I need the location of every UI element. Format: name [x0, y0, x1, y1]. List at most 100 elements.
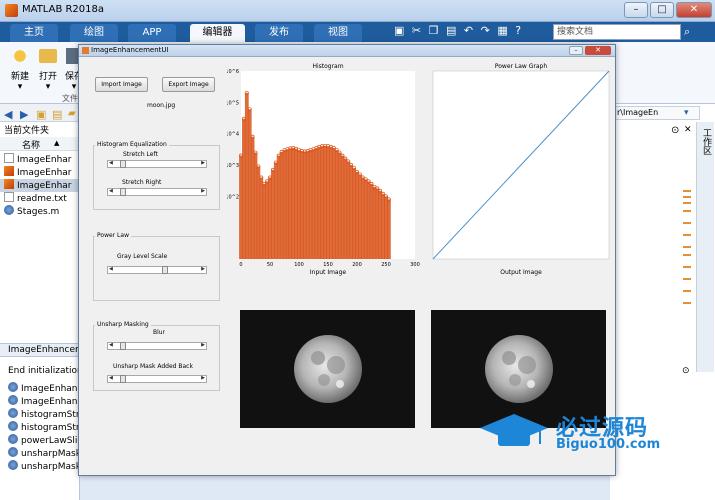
power-law-title: Power Law Graph	[495, 63, 547, 70]
function-icon	[8, 382, 18, 392]
dropdown-icon[interactable]: ▾	[684, 108, 689, 118]
function-icon	[8, 421, 18, 431]
import-image-button[interactable]: Import Image	[95, 77, 148, 92]
added-back-slider[interactable]: ◀ ▶	[107, 375, 207, 383]
moon-image	[294, 335, 362, 403]
save-icon[interactable]: ▣	[394, 24, 404, 37]
slider-thumb[interactable]	[119, 342, 126, 350]
function-icon	[8, 460, 18, 470]
x-tick-label: 150	[323, 262, 333, 268]
app-close-button[interactable]: ✕	[585, 46, 611, 55]
panel-title: Histogram Equalization	[95, 141, 169, 148]
histogram-title: Histogram	[312, 63, 343, 70]
matlab-logo-icon	[5, 4, 18, 17]
mlapp-file-icon	[4, 179, 14, 189]
tab-home[interactable]: 主页	[10, 24, 58, 42]
list-item[interactable]: unsharpMask	[8, 447, 81, 460]
watermark-logo-icon	[480, 414, 548, 446]
tab-editor[interactable]: 编辑器	[190, 24, 245, 42]
stretch-left-slider[interactable]: ◀ ▶	[107, 160, 207, 168]
redo-icon[interactable]: ↷	[481, 24, 490, 37]
paste-icon[interactable]: ▤	[446, 24, 456, 37]
workspace-side-tab[interactable]: 工作区	[696, 122, 714, 372]
up-folder-icon[interactable]: ▣	[36, 108, 46, 121]
slider-right-arrow-icon[interactable]: ▶	[201, 266, 205, 273]
slider-thumb[interactable]	[119, 375, 126, 383]
list-item[interactable]: ImageEnhanc	[8, 395, 82, 408]
function-icon	[8, 408, 18, 418]
help-icon[interactable]: ?	[515, 24, 521, 37]
file-item[interactable]: readme.txt	[4, 192, 67, 205]
undo-icon[interactable]: ↶	[464, 24, 473, 37]
slider-left-arrow-icon[interactable]: ◀	[109, 342, 113, 349]
new-button[interactable]: 新建 ▾	[6, 46, 34, 92]
file-item[interactable]: Stages.m	[4, 205, 59, 218]
window-title: MATLAB R2018a	[22, 4, 105, 15]
slider-right-arrow-icon[interactable]: ▶	[201, 342, 205, 349]
back-icon[interactable]: ◀	[4, 108, 12, 121]
folder-icon[interactable]: ▰	[68, 108, 76, 119]
slider-thumb[interactable]	[119, 188, 126, 196]
new-icon	[10, 46, 30, 66]
close-button[interactable]: ✕	[676, 2, 712, 18]
open-button[interactable]: 打开 ▾	[34, 46, 62, 92]
list-item[interactable]: histogramStre	[8, 408, 85, 421]
browse-icon[interactable]: ▤	[52, 108, 62, 121]
list-item[interactable]: histogramStre	[8, 421, 85, 434]
ribbon-section-label: 文件	[62, 94, 78, 103]
slider-thumb[interactable]	[161, 266, 168, 274]
file-item[interactable]: ImageEnhar	[4, 153, 72, 166]
forward-icon[interactable]: ▶	[20, 108, 28, 121]
panel-title: Unsharp Masking	[95, 321, 151, 328]
expand-icon[interactable]: ⊙	[682, 366, 690, 376]
command-window-tab[interactable]: ImageEnhanceme	[0, 343, 80, 357]
gray-level-slider[interactable]: ◀ ▶	[107, 266, 207, 274]
slider-left-arrow-icon[interactable]: ◀	[109, 375, 113, 382]
column-name: 名称	[22, 141, 41, 151]
slider-right-arrow-icon[interactable]: ▶	[201, 188, 205, 195]
histogram-bar	[387, 199, 391, 259]
tab-view[interactable]: 视图	[314, 24, 362, 42]
copy-icon[interactable]: ❐	[429, 24, 439, 37]
x-tick-label: 0	[239, 262, 242, 268]
fig-file-icon	[4, 153, 14, 163]
layout-icon[interactable]: ▦	[497, 24, 507, 37]
tab-plots[interactable]: 绘图	[70, 24, 118, 42]
app-minimize-button[interactable]: –	[569, 46, 583, 55]
function-icon	[8, 447, 18, 457]
options-icon[interactable]: ⊙	[671, 125, 679, 136]
column-header[interactable]: 名称 ▲	[0, 137, 80, 151]
m-file-icon	[4, 205, 14, 215]
stretch-right-slider[interactable]: ◀ ▶	[107, 188, 207, 196]
tab-apps[interactable]: APP	[128, 24, 176, 42]
app-title: ImageEnhancementUI	[91, 46, 169, 54]
slider-left-arrow-icon[interactable]: ◀	[109, 266, 113, 273]
slider-right-arrow-icon[interactable]: ▶	[201, 375, 205, 382]
app-logo-icon	[82, 47, 89, 54]
minimize-button[interactable]: –	[624, 2, 648, 18]
slider-label: Gray Level Scale	[117, 253, 168, 260]
slider-right-arrow-icon[interactable]: ▶	[201, 160, 205, 167]
list-item[interactable]: powerLawSlid	[8, 434, 83, 447]
search-icon[interactable]: ⌕	[684, 25, 690, 39]
m-file-icon	[4, 166, 14, 176]
image-filename: moon.jpg	[147, 102, 176, 109]
slider-left-arrow-icon[interactable]: ◀	[109, 188, 113, 195]
y-tick-label: 10^3	[227, 163, 239, 169]
blur-slider[interactable]: ◀ ▶	[107, 342, 207, 350]
export-image-button[interactable]: Export Image	[162, 77, 215, 92]
file-item[interactable]: ImageEnhar	[4, 166, 72, 179]
list-item[interactable]: ImageEnhanc	[8, 382, 82, 395]
maximize-button[interactable]: □	[650, 2, 674, 18]
slider-left-arrow-icon[interactable]: ◀	[109, 160, 113, 167]
slider-thumb[interactable]	[119, 160, 126, 168]
search-input[interactable]: 搜索文档	[553, 24, 681, 40]
list-item[interactable]: unsharpMask	[8, 460, 81, 473]
slider-label: Blur	[153, 329, 166, 336]
slider-label: Unsharp Mask Added Back	[113, 363, 193, 370]
cut-icon[interactable]: ✂	[412, 24, 421, 37]
watermark-url: Biguo100.com	[556, 437, 661, 452]
file-item-selected[interactable]: ImageEnhar	[0, 179, 80, 192]
close-icon[interactable]: ✕	[684, 125, 692, 135]
tab-publish[interactable]: 发布	[255, 24, 303, 42]
